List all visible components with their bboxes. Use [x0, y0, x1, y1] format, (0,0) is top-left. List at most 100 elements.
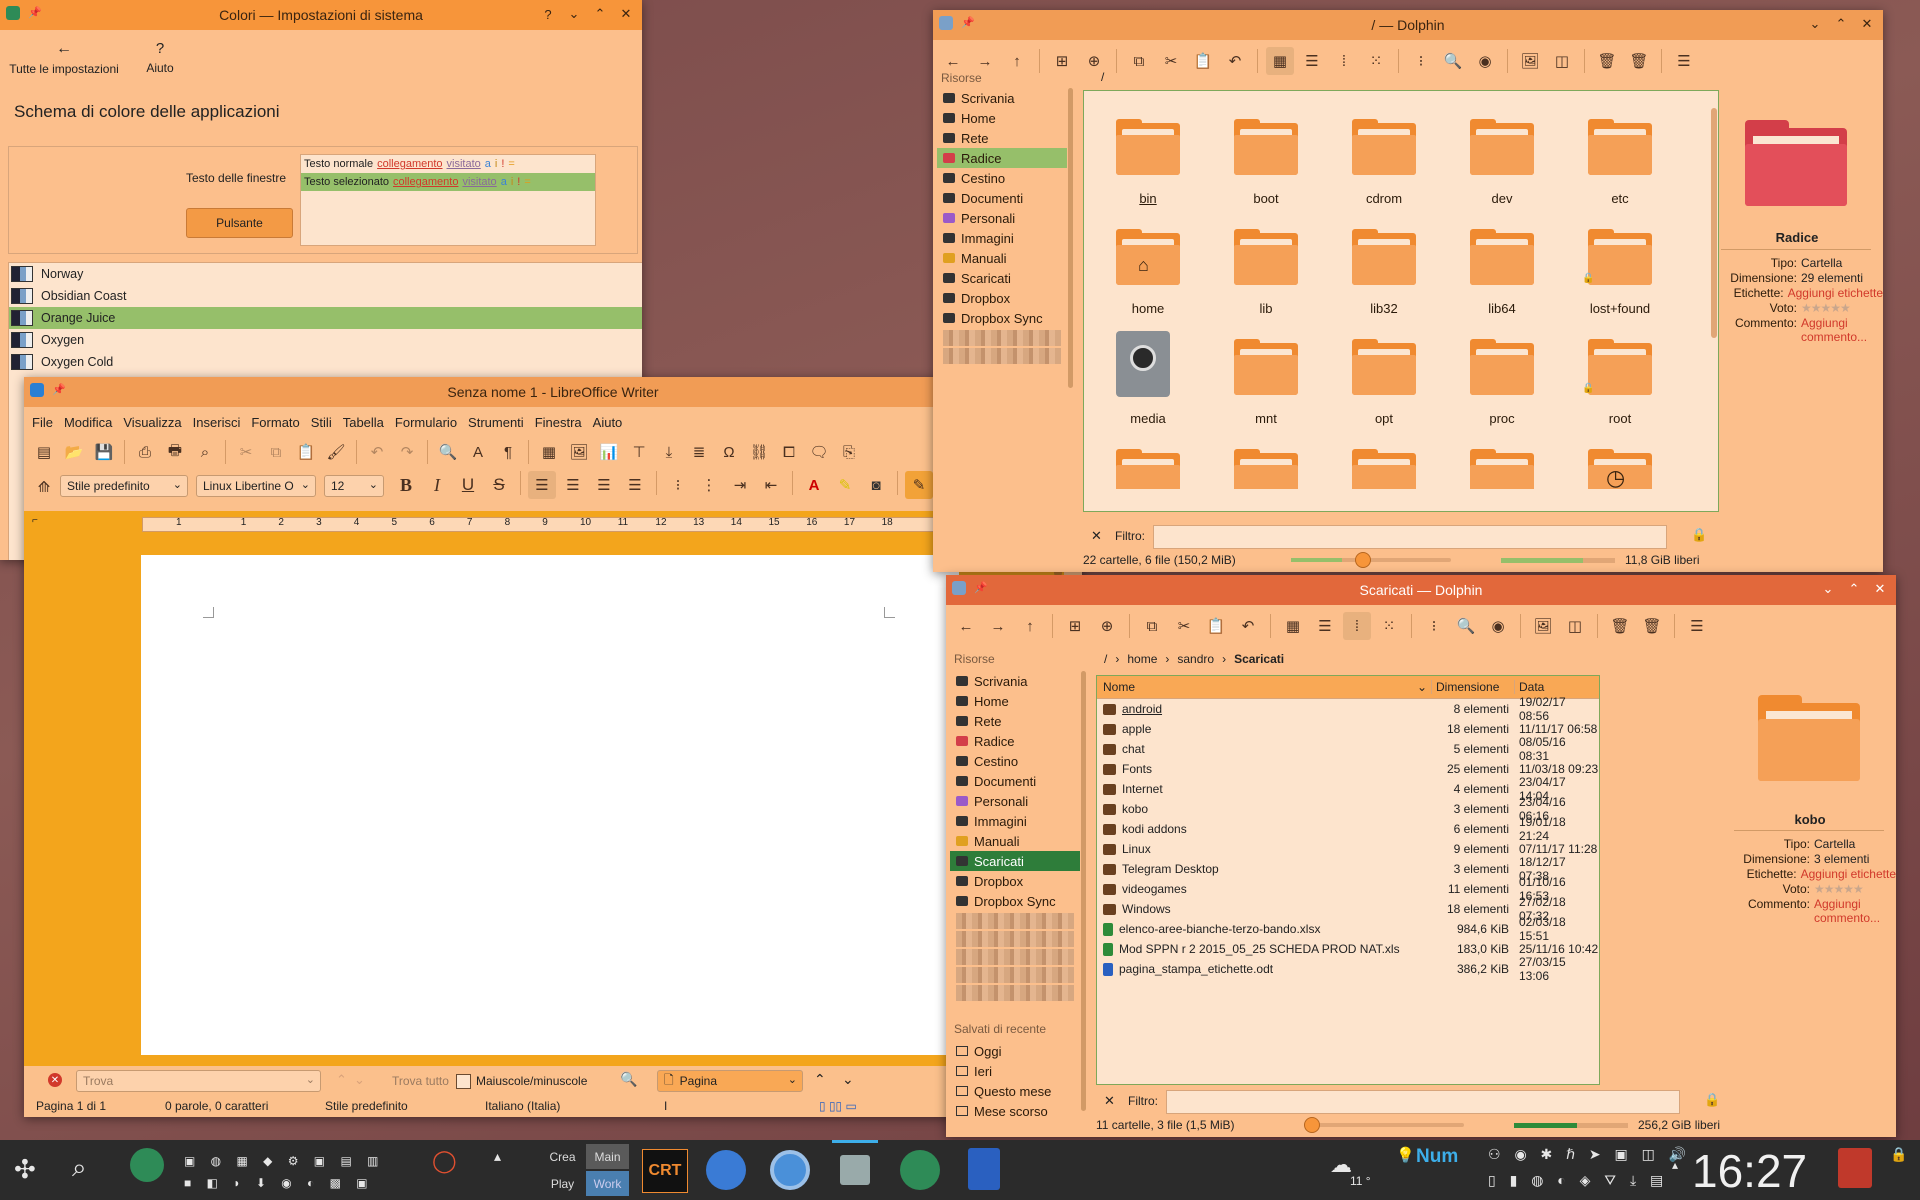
search-icon[interactable]: 🔍	[1439, 47, 1467, 75]
insert-table-icon[interactable]: ▦	[535, 438, 563, 466]
find-all-button[interactable]: Trova tutto	[392, 1074, 449, 1088]
menu-strumenti[interactable]: Strumenti	[468, 415, 524, 430]
menu-inserisci[interactable]: Inserisci	[193, 415, 241, 430]
pin-icon[interactable]: 📌	[28, 6, 42, 20]
match-case-checkbox[interactable]	[456, 1074, 471, 1089]
zoom-slider-handle[interactable]	[1355, 552, 1371, 568]
find-next-icon[interactable]: ⌄	[354, 1072, 365, 1088]
increase-indent-icon[interactable]: ⇥	[726, 471, 754, 499]
place-cestino[interactable]: Cestino	[937, 168, 1067, 188]
trash-icon[interactable]: 🗑	[1606, 612, 1634, 640]
file-row[interactable]: chat 5 elementi 08/05/16 08:31	[1097, 735, 1599, 763]
close-find-icon[interactable]: ✕	[48, 1073, 62, 1087]
place-dropbox-sync[interactable]: Dropbox Sync	[950, 891, 1080, 911]
split-view-icon[interactable]: ◫	[1548, 47, 1576, 75]
cut-icon[interactable]: ✂	[232, 438, 260, 466]
folder-item[interactable]: ⌂ home	[1108, 221, 1188, 317]
lock-icon[interactable]: 🔒	[1691, 527, 1707, 543]
minimize-icon[interactable]: ⌄	[1805, 14, 1825, 34]
delete-icon[interactable]: 🗑	[1638, 612, 1666, 640]
maximize-icon[interactable]: ⌃	[1844, 579, 1864, 599]
help-button[interactable]: ? Aiuto	[140, 40, 180, 75]
desktop-crea[interactable]: Crea	[541, 1144, 584, 1169]
style-update-icon[interactable]: ⟰	[30, 473, 58, 501]
scheme-item[interactable]: Oxygen Cold	[9, 351, 642, 373]
find-options-icon[interactable]: 🔍	[620, 1071, 637, 1088]
place-rete[interactable]: Rete	[937, 128, 1067, 148]
copy-icon[interactable]: ⧉	[1138, 612, 1166, 640]
crumb-root[interactable]: /	[1104, 652, 1107, 666]
folder-item[interactable]: media	[1108, 331, 1188, 427]
place-documenti[interactable]: Documenti	[937, 188, 1067, 208]
preview-images-icon[interactable]: 🖼	[1529, 612, 1557, 640]
app-launcher-icon[interactable]: ✣	[14, 1154, 36, 1185]
menu-finestra[interactable]: Finestra	[535, 415, 582, 430]
lock-screen-icon[interactable]: 🔒	[1890, 1146, 1907, 1163]
folder-view[interactable]: bin boot cdrom dev etc ⌂ home lib lib32 lib64 🔒 los…	[1083, 90, 1719, 512]
place-scaricati[interactable]: Scaricati	[937, 268, 1067, 288]
obscured-place[interactable]	[943, 348, 1061, 364]
preview-images-icon[interactable]: 🖼	[1516, 47, 1544, 75]
special-character-icon[interactable]: Ω	[715, 438, 743, 466]
add-tags-link[interactable]: Aggiungi etichette	[1801, 867, 1896, 881]
writer-task-icon[interactable]	[968, 1148, 1000, 1190]
file-row[interactable]: pagina_stampa_etichette.odt 386,2 KiB 27/0…	[1097, 955, 1599, 983]
folder-item[interactable]: lib64	[1462, 221, 1542, 317]
cut-icon[interactable]: ✂	[1170, 612, 1198, 640]
col-date[interactable]: Data	[1514, 680, 1599, 694]
help-icon[interactable]: ?	[538, 4, 558, 24]
print-icon[interactable]: 🖶	[161, 438, 189, 466]
folder-item[interactable]: 🔒 lost+found	[1580, 221, 1660, 317]
rating-stars[interactable]: ★★★★★	[1814, 882, 1864, 896]
crumb-current[interactable]: Scaricati	[1234, 652, 1284, 666]
paste-icon[interactable]: 📋	[1202, 612, 1230, 640]
pin-icon[interactable]: 📌	[52, 383, 66, 397]
clock[interactable]: 16:27	[1692, 1144, 1807, 1198]
kde-connect-icon[interactable]: ▴	[494, 1148, 501, 1165]
paragraph-style-select[interactable]: Stile predefinito ⌄	[60, 475, 188, 497]
place-dropbox[interactable]: Dropbox	[950, 871, 1080, 891]
tray-icons-row1[interactable]: ⚇ ◉ ✱ ℏ ➤ ▣ ◫ 🔊	[1488, 1146, 1691, 1163]
search-icon[interactable]: 🔍	[1452, 612, 1480, 640]
place-immagini[interactable]: Immagini	[950, 811, 1080, 831]
folder-item[interactable]: etc	[1580, 111, 1660, 207]
undo-icon[interactable]: ↶	[1221, 47, 1249, 75]
split-view-icon[interactable]: ◫	[1561, 612, 1589, 640]
find-input[interactable]: Trova ⌄	[76, 1070, 321, 1092]
quicklaunch-grid-icon[interactable]: ▣ ◍ ▦ ◆ ⚙ ▣ ▤ ▥ ■ ◧ ◗ ⬇ ◉ ◐ ▩ ▣	[184, 1150, 424, 1194]
file-row[interactable]: android 8 elementi 19/02/17 08:56	[1097, 695, 1599, 723]
add-tags-link[interactable]: Aggiungi etichette	[1788, 286, 1883, 300]
crt-app-icon[interactable]: CRT	[642, 1149, 688, 1193]
filter-input[interactable]	[1153, 525, 1667, 549]
tray-expand-icon[interactable]: ▴	[1672, 1158, 1678, 1172]
folder-item[interactable]: dev	[1462, 111, 1542, 207]
colors-titlebar[interactable]: 📌 Colori — Impostazioni di sistema ? ⌄ ⌃…	[0, 0, 642, 30]
page-view-icons[interactable]: ▯ ▯▯ ▭	[819, 1099, 857, 1113]
obscured-place[interactable]	[956, 949, 1074, 965]
folder-icon[interactable]	[1352, 449, 1416, 489]
menu-modifica[interactable]: Modifica	[64, 415, 112, 430]
scheme-item[interactable]: Obsidian Coast	[9, 285, 642, 307]
highlight-icon[interactable]: ✎	[831, 471, 859, 499]
menu-tabella[interactable]: Tabella	[343, 415, 384, 430]
folder-item[interactable]: lib	[1226, 221, 1306, 317]
add-comment-link[interactable]: Aggiungi commento...	[1814, 897, 1884, 925]
hidden-files-icon[interactable]: ◉	[1484, 612, 1512, 640]
breadcrumb[interactable]: /	[1101, 70, 1104, 84]
hyperlink-icon[interactable]: ⛓	[745, 438, 773, 466]
folder-item[interactable]: opt	[1344, 331, 1424, 427]
places-scrollbar[interactable]	[1068, 88, 1073, 388]
font-name-select[interactable]: Linux Libertine O ⌄	[196, 475, 316, 497]
recent-item[interactable]: Ieri	[950, 1061, 1080, 1081]
obscured-place[interactable]	[956, 967, 1074, 983]
find-prev-icon[interactable]: ⌃	[336, 1072, 347, 1088]
copy-icon[interactable]: ⧉	[262, 438, 290, 466]
track-changes-icon[interactable]: ⎘	[835, 438, 863, 466]
align-right-icon[interactable]: ☰	[590, 471, 618, 499]
unordered-list-icon[interactable]: ⋮	[695, 471, 723, 499]
place-dropbox-sync[interactable]: Dropbox Sync	[937, 308, 1067, 328]
zoom-slider-handle[interactable]	[1304, 1117, 1320, 1133]
zoom-slider[interactable]	[1304, 1117, 1464, 1133]
details-view-icon[interactable]: ☰	[1298, 47, 1326, 75]
folder-item[interactable]: bin	[1108, 111, 1188, 207]
